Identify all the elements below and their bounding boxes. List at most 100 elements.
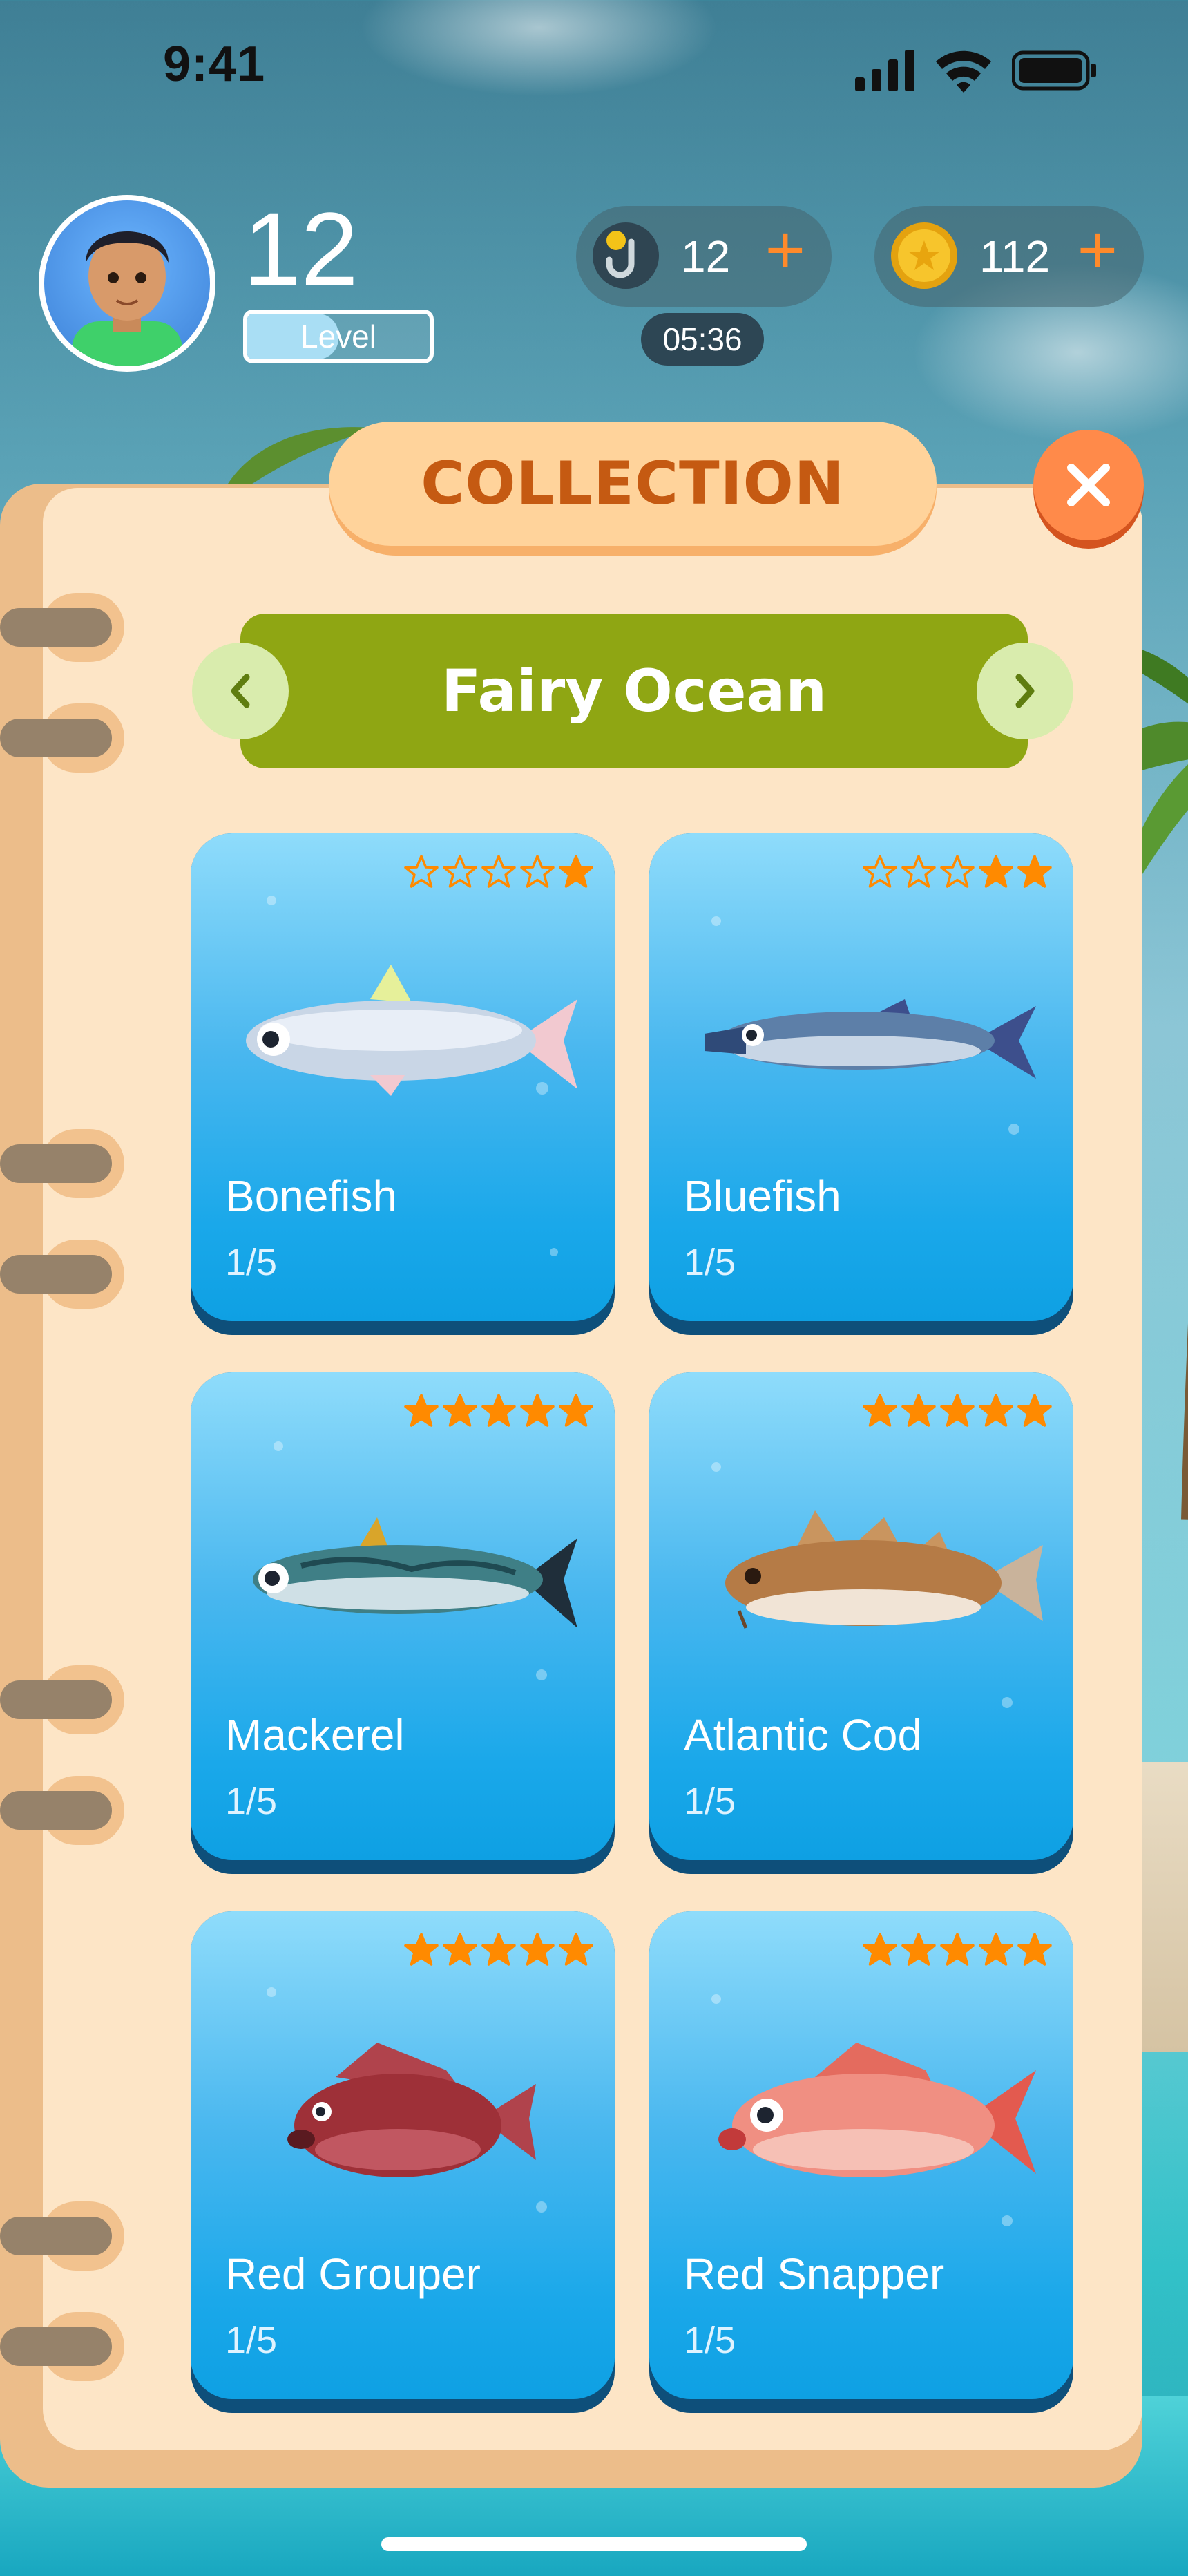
star-filled-icon [940,1933,975,1966]
fish-card[interactable]: Atlantic Cod 1/5 [649,1372,1073,1874]
fish-card[interactable]: Bluefish 1/5 [649,833,1073,1335]
fish-count: 1/5 [225,1242,278,1283]
hook-refill-timer: 05:36 [641,313,764,366]
fish-name: Bluefish [684,1171,841,1221]
level-label: Level [300,319,376,354]
atlantic-cod-icon [725,1510,1043,1629]
fish-count: 1/5 [684,1781,736,1822]
player-level-number: 12 [243,191,358,307]
fish-card[interactable]: Mackerel 1/5 [191,1372,615,1874]
star-filled-icon [559,855,593,888]
fish-count: 1/5 [225,1781,278,1822]
star-filled-icon [1017,1394,1052,1427]
star-empty-icon [901,855,936,888]
star-filled-icon [863,1394,897,1427]
star-filled-icon [901,1933,936,1966]
bubble-decoration [267,1987,276,1997]
fish-card[interactable]: Red Grouper 1/5 [191,1911,615,2413]
red-snapper-icon [718,2043,1036,2177]
cellular-signal-icon [855,50,914,91]
red-grouper-icon [287,2043,536,2177]
region-selector: Fairy Ocean [240,614,1028,768]
add-hooks-button[interactable]: + [765,216,805,285]
fish-count: 1/5 [684,1242,736,1283]
star-filled-icon [520,1394,555,1427]
star-filled-icon [863,1933,897,1966]
star-filled-icon [559,1933,593,1966]
fishing-hook-icon [593,222,659,289]
bubble-decoration [550,1248,558,1256]
star-empty-icon [404,855,439,888]
star-filled-icon [901,1394,936,1427]
bubble-decoration [267,896,276,905]
next-region-button[interactable] [977,643,1073,739]
hooks-counter: 12 + [576,206,832,307]
wifi-icon [936,50,991,93]
close-button[interactable] [1033,430,1144,549]
fish-name: Atlantic Cod [684,1710,923,1760]
bubble-decoration [711,916,721,926]
star-empty-icon [481,855,516,888]
bubble-decoration [274,1441,283,1451]
bluefish-icon [705,999,1036,1079]
binder-ring [0,1129,124,1198]
star-empty-icon [520,855,555,888]
star-filled-icon [443,1933,477,1966]
star-filled-icon [481,1933,516,1966]
coins-value: 112 [979,231,1051,281]
star-rating [403,1393,594,1429]
binder-ring [0,703,124,773]
fish-card[interactable]: Red Snapper 1/5 [649,1911,1073,2413]
star-empty-icon [863,855,897,888]
star-empty-icon [940,855,975,888]
star-filled-icon [979,1394,1013,1427]
home-indicator[interactable] [381,2537,807,2551]
collection-title-tab: COLLECTION [329,422,937,556]
coins-counter: 112 + [874,206,1144,307]
gold-coin-icon [891,222,957,289]
collection-title: COLLECTION [329,422,937,546]
star-rating [862,1393,1053,1429]
fish-count: 1/5 [225,2320,278,2361]
star-filled-icon [979,855,1013,888]
previous-region-button[interactable] [192,643,289,739]
add-coins-button[interactable]: + [1077,216,1118,285]
bubble-decoration [1002,1697,1013,1708]
star-filled-icon [940,1394,975,1427]
battery-icon [1012,50,1096,91]
star-filled-icon [559,1394,593,1427]
binder-ring [0,2312,124,2381]
binder-ring [0,1776,124,1845]
bubble-decoration [1002,2215,1013,2226]
star-filled-icon [443,1394,477,1427]
bubble-decoration [711,1994,721,2004]
star-empty-icon [443,855,477,888]
star-filled-icon [979,1933,1013,1966]
region-title: Fairy Ocean [441,657,827,725]
fish-card[interactable]: Bonefish 1/5 [191,833,615,1335]
star-rating [862,1932,1053,1968]
avatar-portrait-icon [72,231,182,366]
hooks-value: 12 [681,231,731,281]
star-rating [403,854,594,890]
star-filled-icon [404,1394,439,1427]
star-filled-icon [1017,1933,1052,1966]
fish-name: Red Grouper [225,2249,481,2299]
chevron-left-icon [231,674,250,708]
star-filled-icon [404,1933,439,1966]
star-filled-icon [520,1933,555,1966]
binder-ring [0,1665,124,1734]
player-avatar[interactable] [39,195,215,372]
fish-name: Mackerel [225,1710,405,1760]
binder-ring [0,2201,124,2271]
fish-count: 1/5 [684,2320,736,2361]
level-progress-bar: Level [243,310,434,363]
bubble-decoration [711,1462,721,1472]
star-filled-icon [1017,855,1052,888]
binder-ring [0,1240,124,1309]
mackerel-icon [253,1517,577,1628]
star-filled-icon [481,1394,516,1427]
star-rating [862,854,1053,890]
fish-name: Bonefish [225,1171,398,1221]
status-bar: 9:41 [0,0,1188,138]
